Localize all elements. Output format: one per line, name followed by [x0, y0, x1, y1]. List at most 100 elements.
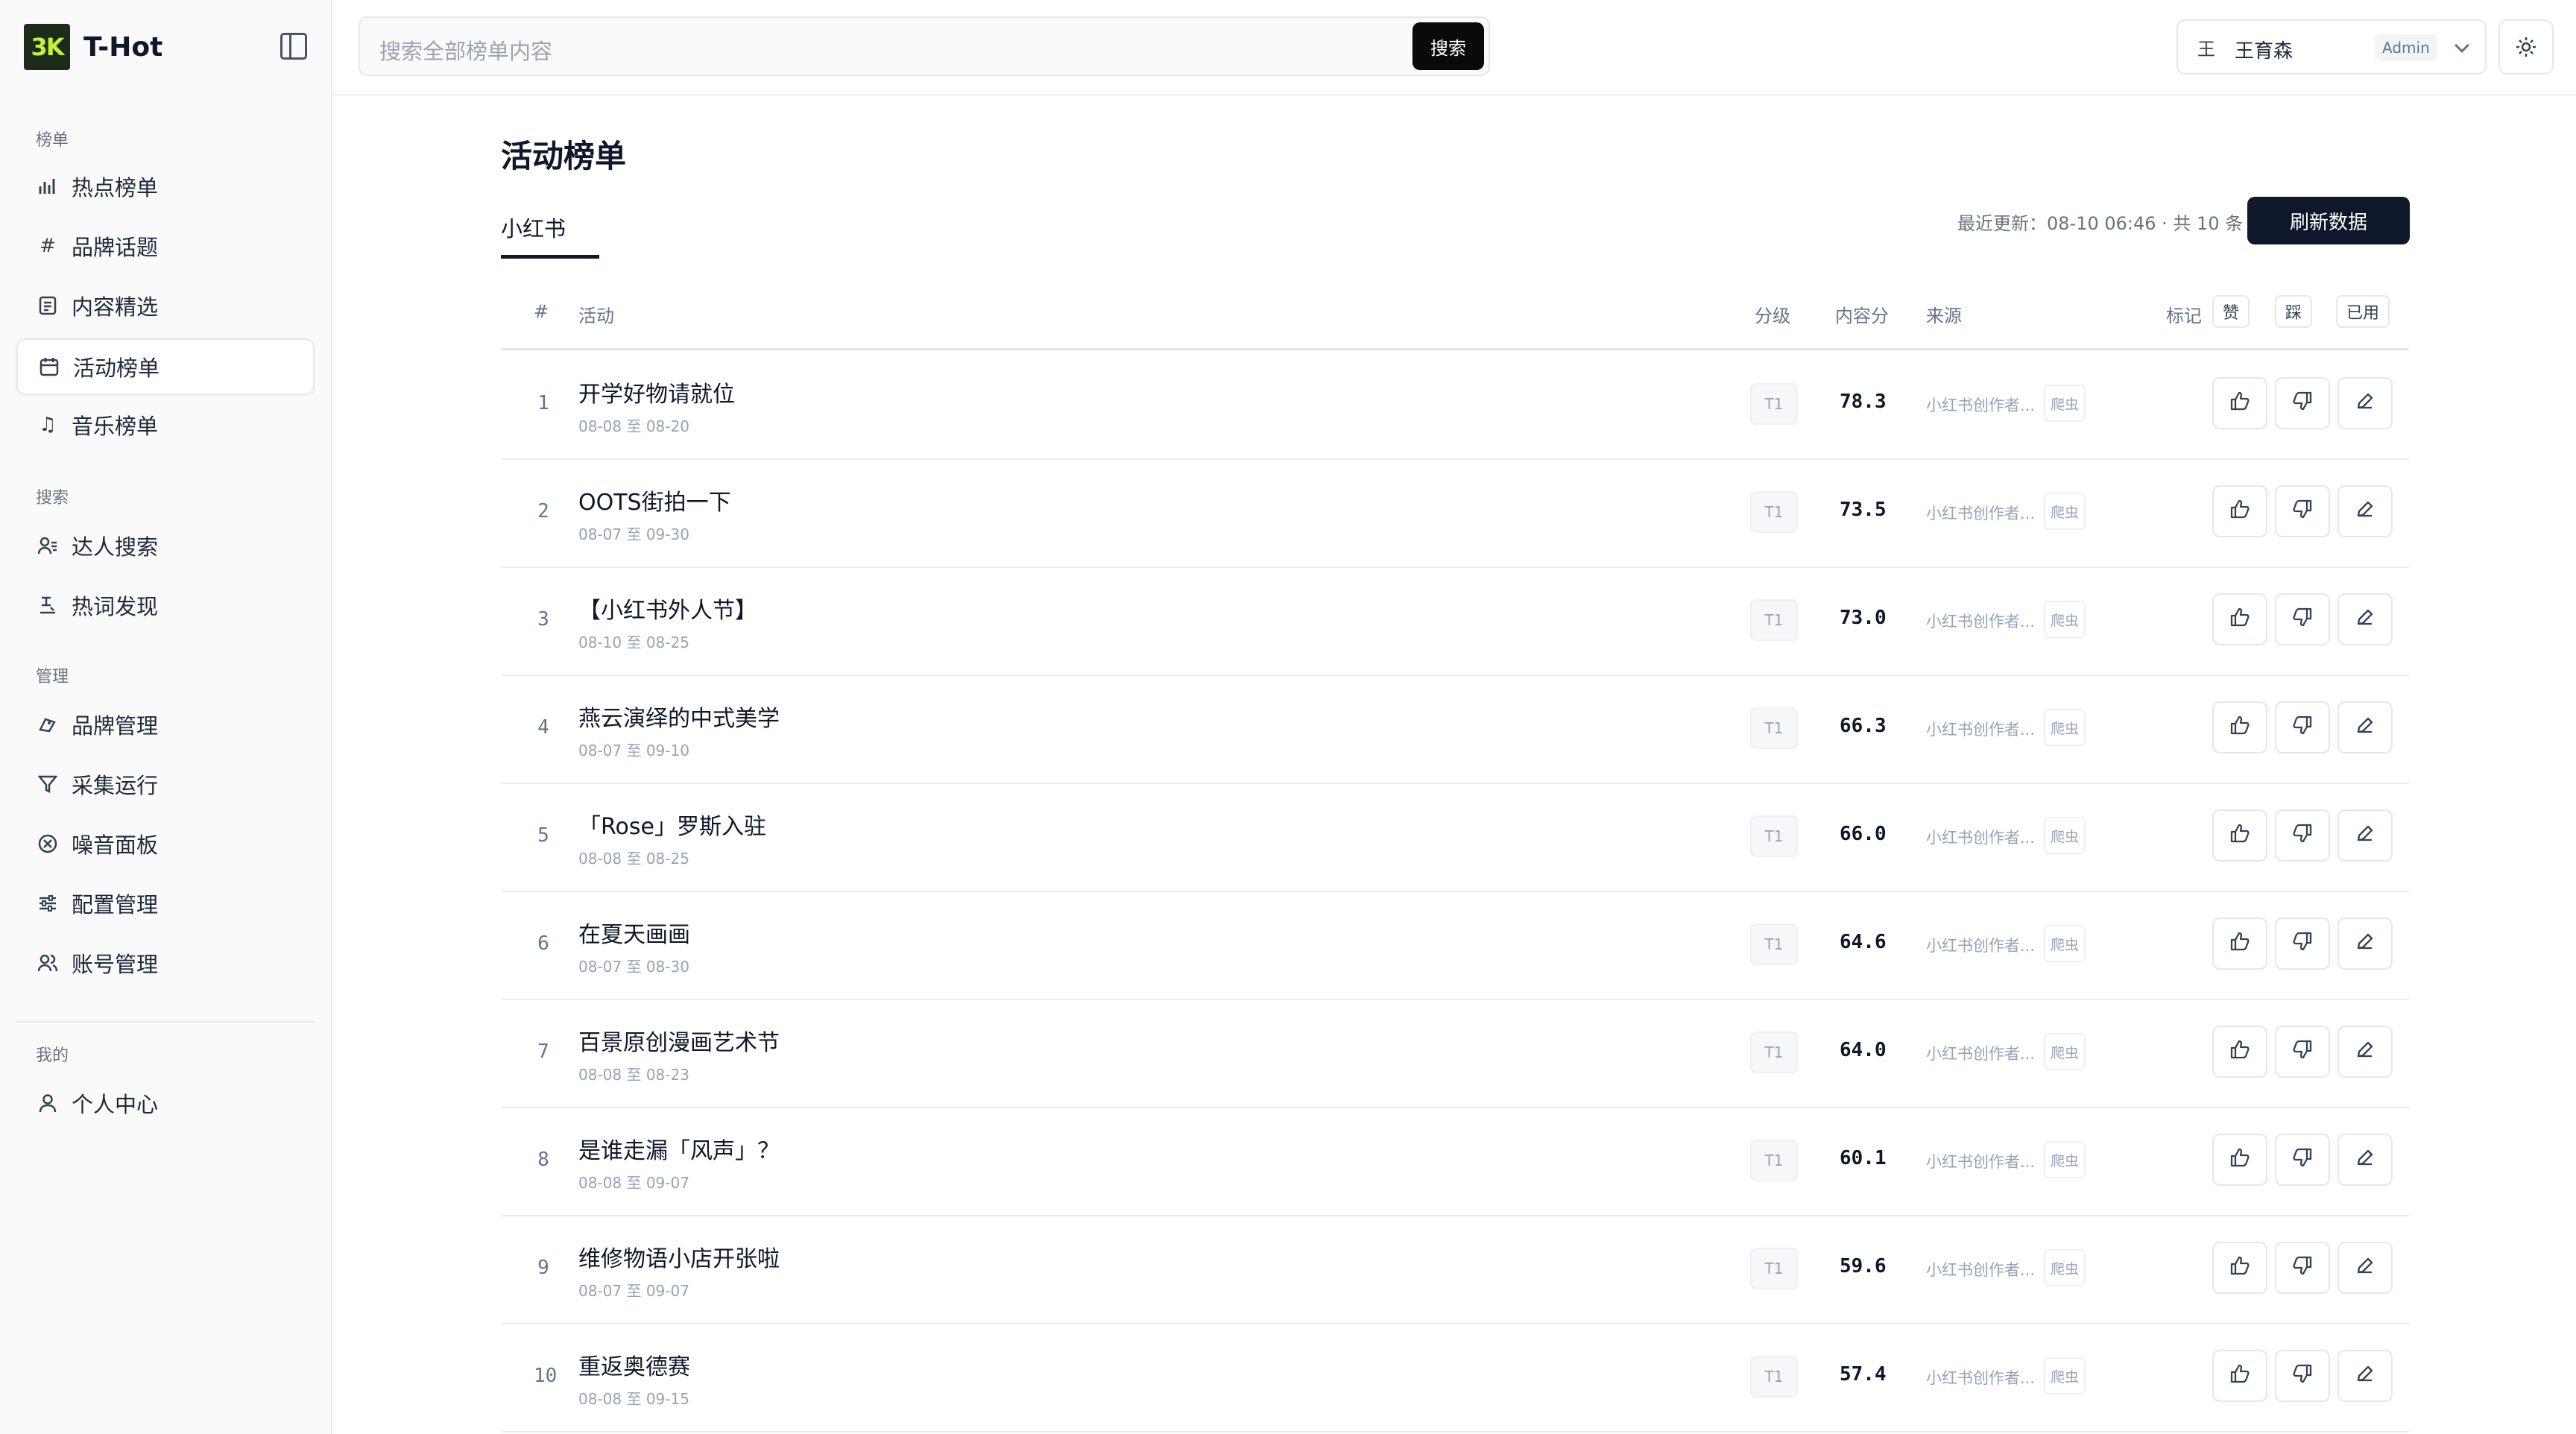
thumbs-up-icon — [2229, 1039, 2250, 1065]
table-row[interactable]: 10 重返奥德赛 08-08 至 09-15 T1 57.4 小红书创作者... 爬虫 — [501, 1324, 2409, 1433]
document-icon — [37, 295, 58, 316]
dislike-button[interactable] — [2275, 593, 2330, 645]
table-row[interactable]: 4 燕云演绎的中式美学 08-07 至 09-10 T1 66.3 小红书创作者... 爬虫 — [501, 676, 2409, 784]
edit-button[interactable] — [2337, 701, 2393, 754]
edit-button[interactable] — [2337, 809, 2393, 862]
thumbs-up-icon — [2229, 607, 2250, 633]
dislike-button[interactable] — [2275, 809, 2330, 862]
edit-button[interactable] — [2337, 1350, 2393, 1402]
activity-title[interactable]: 重返奥德赛 — [578, 1348, 690, 1381]
level-badge: T1 — [1750, 1140, 1798, 1181]
edit-button[interactable] — [2337, 593, 2393, 645]
bar-chart-icon — [37, 176, 58, 197]
dislike-button[interactable] — [2275, 1026, 2330, 1078]
activity-dates: 08-07 至 09-07 — [578, 1282, 689, 1300]
level-badge: T1 — [1750, 1248, 1798, 1289]
sidebar-toggle-icon[interactable] — [280, 33, 307, 60]
like-button[interactable] — [2212, 485, 2267, 537]
like-button[interactable] — [2212, 1242, 2267, 1294]
dislike-button[interactable] — [2275, 1350, 2330, 1402]
activity-title[interactable]: 开学好物请就位 — [578, 376, 735, 408]
user-menu[interactable]: 王 王育森 Admin — [2176, 19, 2487, 75]
sidebar-item-music-list[interactable]: ♫ 音乐榜单 — [16, 397, 315, 453]
like-button[interactable] — [2212, 701, 2267, 754]
dislike-button[interactable] — [2275, 377, 2330, 429]
thumbs-down-icon — [2292, 391, 2313, 417]
pencil-icon — [2355, 1256, 2375, 1280]
activity-title[interactable]: 【小红书外人节】 — [578, 592, 757, 625]
sidebar-item-brand-manage[interactable]: 品牌管理 — [16, 696, 315, 753]
filter-used-button[interactable]: 已用 — [2336, 295, 2390, 328]
table-row[interactable]: 5 「Rose」罗斯入驻 08-08 至 08-25 T1 66.0 小红书创作者... 爬… — [501, 784, 2409, 892]
user-icon — [37, 1093, 58, 1114]
crawler-badge: 爬虫 — [2044, 925, 2086, 962]
activity-title[interactable]: 在夏天画画 — [578, 916, 690, 949]
crawler-badge: 爬虫 — [2044, 1141, 2086, 1178]
sidebar-item-hot-words[interactable]: 热词发现 — [16, 577, 315, 634]
dislike-button[interactable] — [2275, 1134, 2330, 1186]
refresh-button[interactable]: 刷新数据 — [2247, 197, 2410, 244]
row-index: 5 — [537, 824, 549, 847]
row-index: 3 — [537, 608, 549, 631]
table-row[interactable]: 1 开学好物请就位 08-08 至 08-20 T1 78.3 小红书创作者... 爬虫 — [501, 352, 2409, 460]
filter-like-button[interactable]: 赞 — [2212, 295, 2250, 328]
row-index: 8 — [537, 1149, 549, 1171]
dislike-button[interactable] — [2275, 701, 2330, 754]
activity-title[interactable]: OOTS街拍一下 — [578, 484, 731, 517]
col-level[interactable]: 分级 — [1755, 301, 1790, 327]
dislike-button[interactable] — [2275, 917, 2330, 970]
sidebar-item-label: 品牌话题 — [72, 235, 159, 260]
edit-button[interactable] — [2337, 917, 2393, 970]
edit-button[interactable] — [2337, 1026, 2393, 1078]
sidebar-item-crawl-run[interactable]: 采集运行 — [16, 756, 315, 812]
filter-dislike-button[interactable]: 踩 — [2275, 295, 2313, 328]
dislike-button[interactable] — [2275, 1242, 2330, 1294]
search-button[interactable]: 搜索 — [1412, 22, 1484, 70]
activity-title[interactable]: 百景原创漫画艺术节 — [578, 1024, 780, 1057]
table-row[interactable]: 8 是谁走漏「风声」？ 08-08 至 09-07 T1 60.1 小红书创作者... 爬虫 — [501, 1108, 2409, 1216]
source-text: 小红书创作者... — [1926, 829, 2036, 847]
thumbs-down-icon — [2292, 1363, 2313, 1389]
sidebar-item-content-picks[interactable]: 内容精选 — [16, 277, 315, 334]
like-button[interactable] — [2212, 1350, 2267, 1402]
edit-button[interactable] — [2337, 485, 2393, 537]
like-button[interactable] — [2212, 809, 2267, 862]
sidebar-item-config-manage[interactable]: 配置管理 — [16, 875, 315, 932]
activity-title[interactable]: 维修物语小店开张啦 — [578, 1240, 780, 1273]
chevron-down-icon — [2455, 38, 2469, 53]
crawler-badge: 爬虫 — [2044, 709, 2086, 746]
sidebar-item-activity-list[interactable]: 活动榜单 — [16, 338, 315, 395]
search-input[interactable]: 搜索全部榜单内容 — [379, 34, 552, 66]
edit-button[interactable] — [2337, 1242, 2393, 1294]
nav-section-title: 榜单 — [36, 131, 69, 150]
activity-dates: 08-08 至 08-20 — [578, 417, 689, 435]
sidebar-item-profile[interactable]: 个人中心 — [16, 1075, 315, 1131]
like-button[interactable] — [2212, 593, 2267, 645]
col-score[interactable]: 内容分 — [1835, 301, 1889, 327]
table-row[interactable]: 2 OOTS街拍一下 08-07 至 09-30 T1 73.5 小红书创作者... 爬虫 — [501, 460, 2409, 568]
sidebar-item-brand-topics[interactable]: # 品牌话题 — [16, 218, 315, 274]
like-button[interactable] — [2212, 917, 2267, 970]
theme-toggle-button[interactable] — [2498, 19, 2554, 75]
table-row[interactable]: 3 【小红书外人节】 08-10 至 08-25 T1 73.0 小红书创作者... 爬虫 — [501, 568, 2409, 676]
tab-xiaohongshu[interactable]: 小红书 — [501, 212, 566, 243]
dislike-button[interactable] — [2275, 485, 2330, 537]
source-text: 小红书创作者... — [1926, 937, 2036, 955]
source-text: 小红书创作者... — [1926, 1153, 2036, 1171]
activity-title[interactable]: 「Rose」罗斯入驻 — [578, 808, 766, 841]
like-button[interactable] — [2212, 1134, 2267, 1186]
sidebar-item-noise-panel[interactable]: 噪音面板 — [16, 815, 315, 872]
activity-title[interactable]: 是谁走漏「风声」？ — [578, 1132, 780, 1165]
sidebar-item-hot-list[interactable]: 热点榜单 — [16, 158, 315, 215]
like-button[interactable] — [2212, 1026, 2267, 1078]
brand[interactable]: 3K T-Hot — [24, 24, 162, 70]
sidebar-item-account-manage[interactable]: 账号管理 — [16, 935, 315, 991]
edit-button[interactable] — [2337, 377, 2393, 429]
table-row[interactable]: 6 在夏天画画 08-07 至 08-30 T1 64.6 小红书创作者... 爬虫 — [501, 892, 2409, 1000]
like-button[interactable] — [2212, 377, 2267, 429]
table-row[interactable]: 7 百景原创漫画艺术节 08-08 至 08-23 T1 64.0 小红书创作者... 爬虫 — [501, 1000, 2409, 1108]
sidebar-item-influencer-search[interactable]: 达人搜索 — [16, 517, 315, 574]
activity-title[interactable]: 燕云演绎的中式美学 — [578, 700, 780, 733]
edit-button[interactable] — [2337, 1134, 2393, 1186]
table-row[interactable]: 9 维修物语小店开张啦 08-07 至 09-07 T1 59.6 小红书创作者... 爬虫 — [501, 1216, 2409, 1324]
